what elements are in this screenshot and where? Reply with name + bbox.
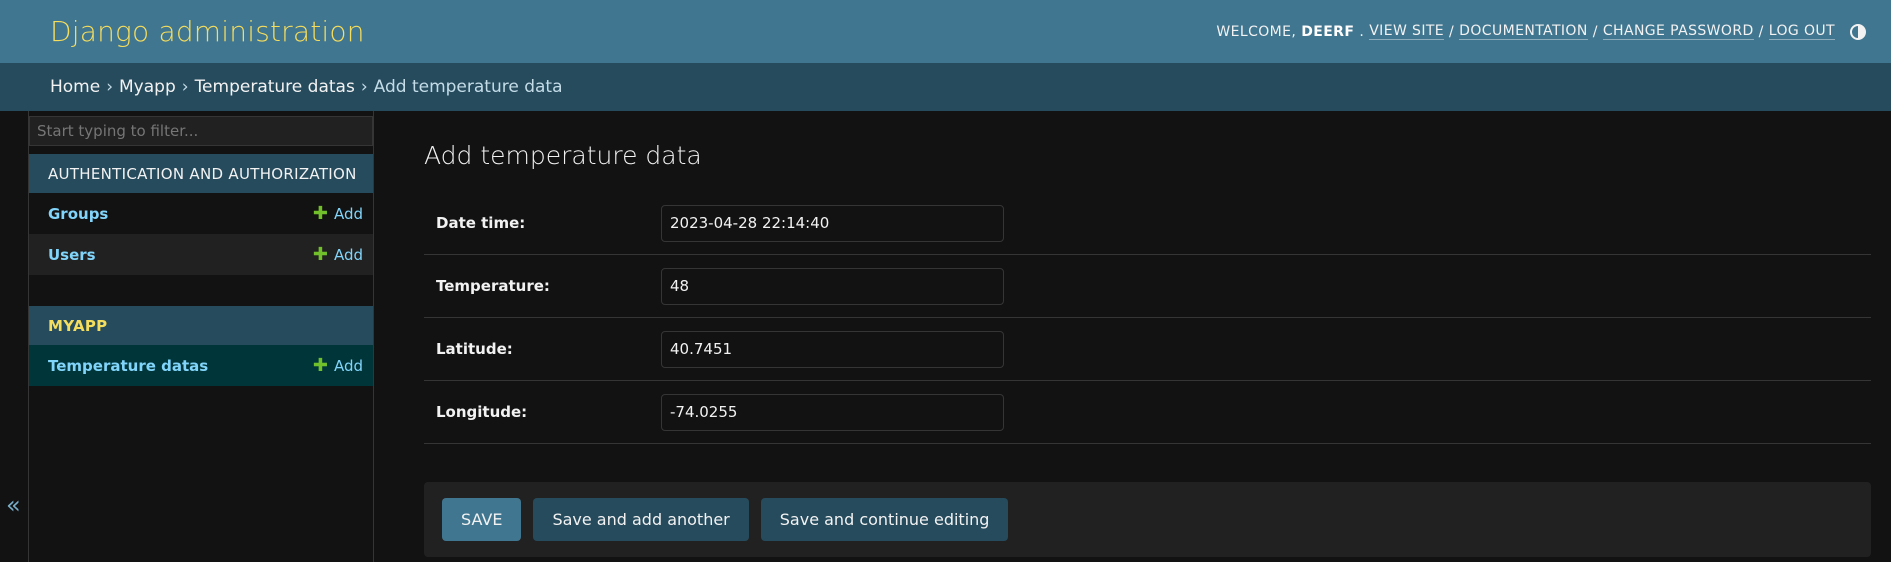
form-row-latitude: Latitude: [424, 318, 1871, 381]
breadcrumb-separator: › [360, 77, 368, 97]
groups-link[interactable]: Groups [48, 205, 108, 223]
temperature-datas-link[interactable]: Temperature datas [48, 357, 208, 375]
separator: / [1758, 23, 1764, 40]
groups-add-link[interactable]: ✚ Add [312, 202, 363, 224]
form-row-longitude: Longitude: [424, 381, 1871, 444]
date-time-input[interactable] [661, 204, 1004, 242]
add-label: Add [333, 204, 363, 223]
user-tools: Welcome, deerf . View site / Documentati… [1216, 23, 1867, 41]
sidebar-item-temperature-datas: Temperature datas ✚ Add [29, 345, 373, 386]
add-icon: ✚ [312, 243, 328, 265]
separator: / [1592, 23, 1598, 40]
add-label: Add [333, 245, 363, 264]
breadcrumb-home[interactable]: Home [50, 77, 100, 97]
temperature-label: Temperature: [436, 277, 550, 295]
main-container: « Authentication and Authorization Group… [0, 111, 1891, 562]
longitude-input[interactable] [661, 393, 1004, 431]
form-row-date-time: Date time: [424, 192, 1871, 255]
module-myapp: Myapp Temperature datas ✚ Add [29, 306, 373, 386]
sidebar-item-users: Users ✚ Add [29, 234, 373, 275]
save-and-add-another-button[interactable]: Save and add another [533, 498, 749, 541]
save-button[interactable]: Save [442, 498, 522, 541]
save-and-continue-editing-button[interactable]: Save and continue editing [760, 498, 1009, 541]
page-title: Add temperature data [424, 141, 702, 170]
toggle-nav-sidebar[interactable]: « [0, 111, 29, 562]
separator: . [1359, 23, 1365, 40]
temperature-input[interactable] [661, 267, 1004, 305]
content: Add temperature data Date time: Temperat… [374, 111, 1891, 562]
breadcrumb-temperature-datas[interactable]: Temperature datas [195, 77, 355, 97]
welcome-text: Welcome, [1216, 23, 1297, 40]
view-site-link[interactable]: View site [1369, 23, 1445, 40]
breadcrumb-separator: › [181, 77, 189, 97]
users-link[interactable]: Users [48, 246, 96, 264]
longitude-label: Longitude: [436, 403, 528, 421]
add-icon: ✚ [312, 354, 328, 376]
breadcrumb-current: Add temperature data [373, 77, 563, 97]
date-time-label: Date time: [436, 214, 526, 232]
collapse-sidebar-icon[interactable]: « [6, 491, 21, 519]
change-password-link[interactable]: Change password [1602, 23, 1754, 40]
latitude-label: Latitude: [436, 340, 513, 358]
documentation-link[interactable]: Documentation [1459, 23, 1588, 40]
username: deerf [1301, 23, 1355, 40]
module-auth: Authentication and Authorization Groups … [29, 154, 373, 275]
submit-row: Save Save and add another Save and conti… [424, 482, 1871, 557]
separator: / [1449, 23, 1455, 40]
module-caption-auth[interactable]: Authentication and Authorization [29, 154, 373, 193]
header: Django administration Welcome, deerf . V… [0, 0, 1891, 63]
theme-toggle-icon[interactable] [1849, 23, 1867, 41]
temperature-datas-add-link[interactable]: ✚ Add [312, 354, 363, 376]
nav-sidebar: Authentication and Authorization Groups … [29, 111, 374, 562]
add-icon: ✚ [312, 202, 328, 224]
breadcrumb-myapp[interactable]: Myapp [119, 77, 176, 97]
site-title[interactable]: Django administration [50, 15, 365, 48]
sidebar-item-groups: Groups ✚ Add [29, 193, 373, 234]
users-add-link[interactable]: ✚ Add [312, 243, 363, 265]
nav-filter-input[interactable] [29, 116, 373, 146]
breadcrumb-separator: › [106, 77, 114, 97]
module-caption-myapp[interactable]: Myapp [29, 306, 373, 345]
latitude-input[interactable] [661, 330, 1004, 368]
breadcrumb: Home › Myapp › Temperature datas › Add t… [0, 63, 1891, 111]
form-row-temperature: Temperature: [424, 255, 1871, 318]
add-label: Add [333, 356, 363, 375]
log-out-link[interactable]: Log out [1768, 23, 1835, 40]
